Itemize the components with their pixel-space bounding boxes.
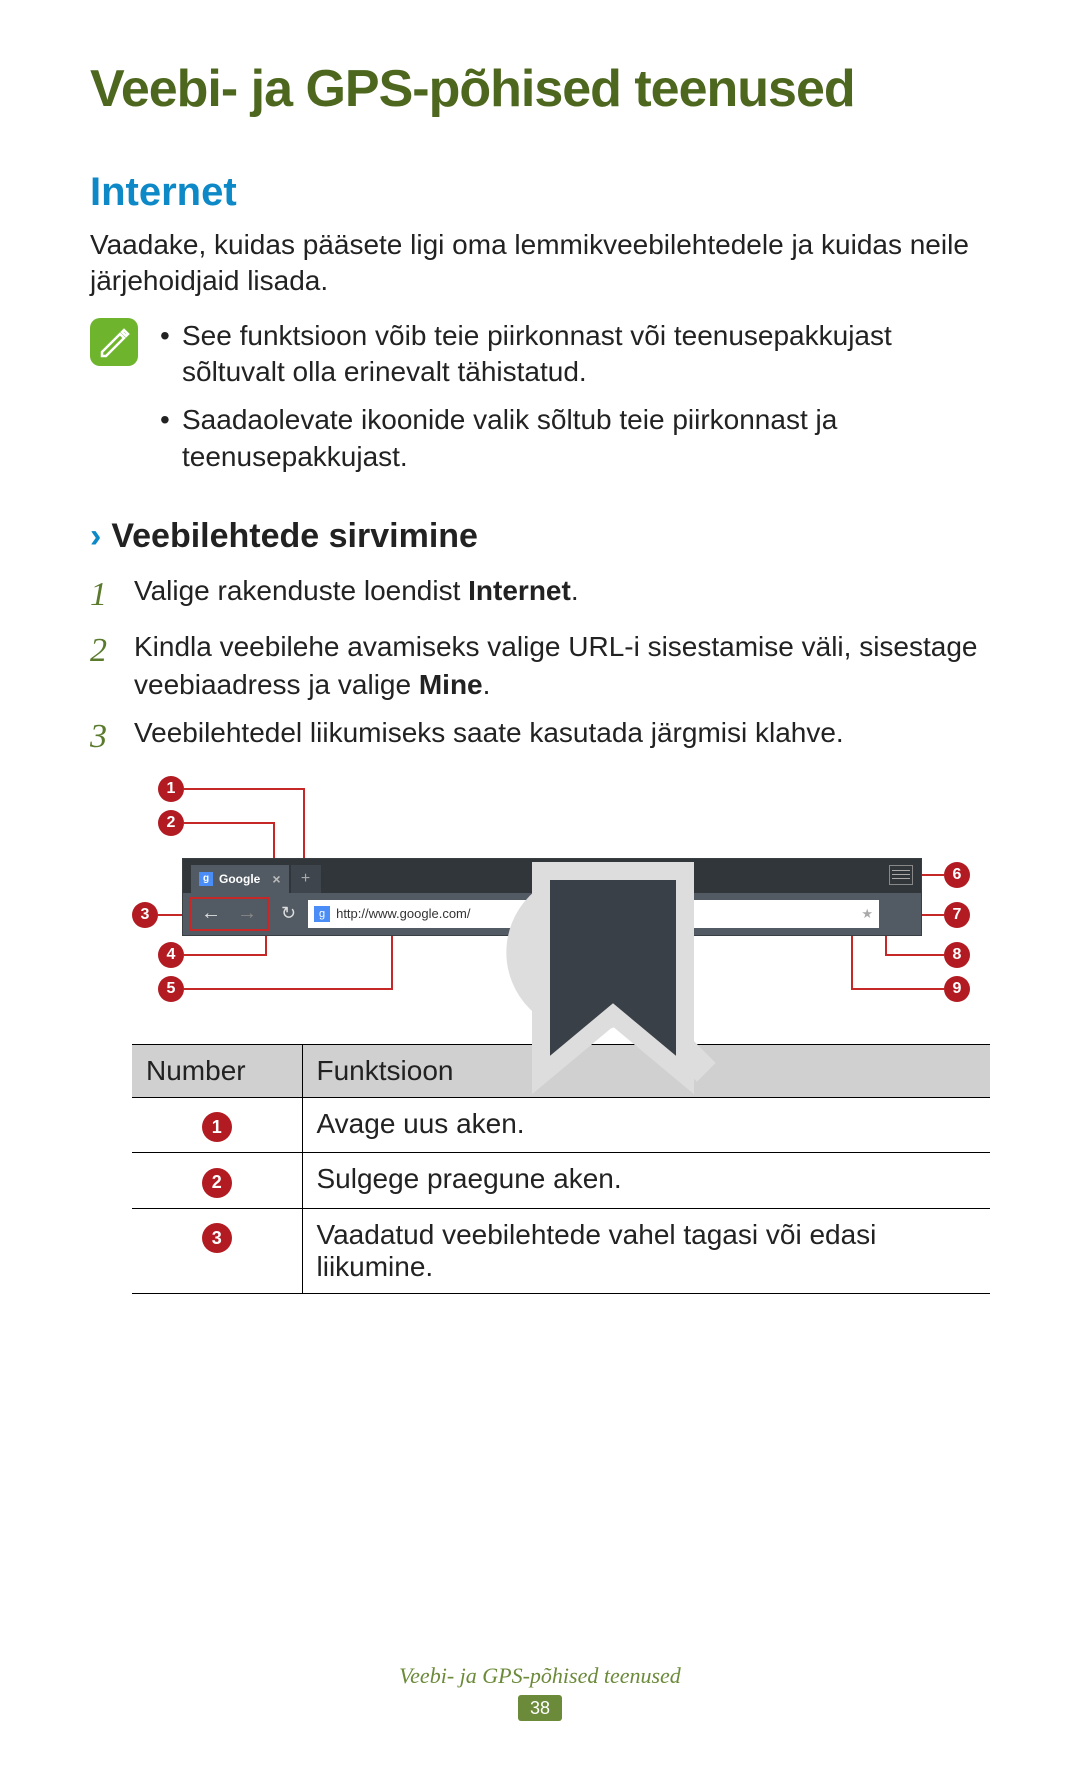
intro-paragraph: Vaadake, kuidas pääsete ligi oma lemmikv… — [90, 227, 990, 300]
table-row: 3 Vaadatud veebilehtede vahel tagasi või… — [132, 1208, 990, 1293]
table-badge: 1 — [202, 1112, 232, 1142]
function-table: Number Funktsioon 1 Avage uus aken. 2 Su… — [132, 1044, 990, 1294]
tab-label: Google — [219, 872, 260, 886]
callout-1: 1 — [158, 776, 184, 802]
refresh-icon[interactable]: ↻ — [275, 903, 302, 924]
sub-heading: › Veebilehtede sirvimine — [90, 517, 990, 556]
section-heading-internet: Internet — [90, 170, 990, 215]
table-header-function: Funktsioon — [302, 1044, 990, 1097]
active-tab[interactable]: g Google × — [191, 865, 289, 893]
note-list: See funktsioon võib teie piirkonnast või… — [154, 318, 990, 488]
page-footer: Veebi- ja GPS-põhised teenused 38 — [0, 1663, 1080, 1721]
step-number: 3 — [90, 714, 118, 760]
step-number: 1 — [90, 572, 118, 618]
close-tab-icon[interactable]: × — [272, 871, 280, 887]
table-row: 2 Sulgege praegune aken. — [132, 1153, 990, 1209]
star-icon[interactable]: ★ — [861, 906, 873, 922]
callout-9: 9 — [944, 976, 970, 1002]
google-favicon-icon: g — [199, 872, 213, 886]
step-number: 2 — [90, 628, 118, 674]
callout-8: 8 — [944, 942, 970, 968]
step-2: 2 Kindla veebilehe avamiseks valige URL-… — [90, 628, 990, 704]
note-pencil-icon — [90, 318, 138, 366]
sub-heading-text: Veebilehtede sirvimine — [111, 517, 478, 556]
browser-mock: g Google × + ← → ↻ g http://www.google.c… — [182, 858, 922, 936]
note-block: See funktsioon võib teie piirkonnast või… — [90, 318, 990, 488]
step-list: 1 Valige rakenduste loendist Internet. 2… — [90, 572, 990, 759]
url-text: http://www.google.com/ — [336, 906, 470, 921]
table-badge: 2 — [202, 1168, 232, 1198]
site-favicon-icon: g — [314, 906, 330, 922]
note-item: Saadaolevate ikoonide valik sõltub teie … — [154, 402, 990, 475]
browser-toolbar: ← → ↻ g http://www.google.com/ ★ — [183, 893, 921, 935]
footer-section-name: Veebi- ja GPS-põhised teenused — [0, 1663, 1080, 1689]
chevron-right-icon: › — [90, 517, 101, 556]
callout-7: 7 — [944, 902, 970, 928]
table-badge: 3 — [202, 1223, 232, 1253]
forward-button-icon[interactable]: → — [229, 902, 265, 925]
step-text: Veebilehtedel liikumiseks saate kasutada… — [134, 714, 844, 752]
windows-list-icon[interactable] — [889, 865, 913, 885]
nav-buttons: ← → — [189, 897, 269, 931]
tab-bar: g Google × + — [183, 859, 921, 893]
page-title: Veebi- ja GPS-põhised teenused — [90, 60, 990, 120]
url-input[interactable]: g http://www.google.com/ ★ — [308, 900, 879, 928]
callout-2: 2 — [158, 810, 184, 836]
table-desc: Vaadatud veebilehtede vahel tagasi või e… — [302, 1208, 990, 1293]
callout-5: 5 — [158, 976, 184, 1002]
step-text: Valige rakenduste loendist Internet. — [134, 572, 579, 610]
page-number-badge: 38 — [518, 1695, 562, 1721]
callout-6: 6 — [944, 862, 970, 888]
table-desc: Avage uus aken. — [302, 1097, 990, 1153]
browser-diagram: 1 2 3 4 5 6 7 8 9 — [132, 776, 990, 1016]
note-item: See funktsioon võib teie piirkonnast või… — [154, 318, 990, 391]
table-desc: Sulgege praegune aken. — [302, 1153, 990, 1209]
callout-4: 4 — [158, 942, 184, 968]
table-row: 1 Avage uus aken. — [132, 1097, 990, 1153]
callout-3: 3 — [132, 902, 158, 928]
new-tab-button[interactable]: + — [291, 865, 321, 893]
back-button-icon[interactable]: ← — [193, 902, 229, 925]
table-header-number: Number — [132, 1044, 302, 1097]
step-1: 1 Valige rakenduste loendist Internet. — [90, 572, 990, 618]
step-3: 3 Veebilehtedel liikumiseks saate kasuta… — [90, 714, 990, 760]
step-text: Kindla veebilehe avamiseks valige URL-i … — [134, 628, 990, 704]
